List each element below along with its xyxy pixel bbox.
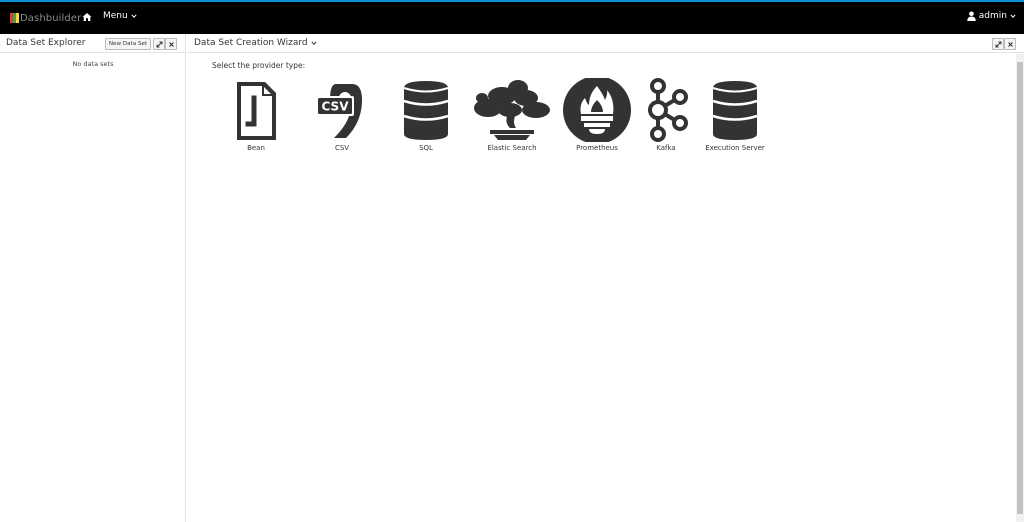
- dashbuilder-logo-icon: [10, 13, 19, 23]
- user-menu[interactable]: admin: [967, 11, 1016, 21]
- prometheus-torch-icon: [563, 78, 631, 142]
- provider-bean[interactable]: Bean: [225, 78, 287, 152]
- panel-header: Data Set Creation Wizard: [187, 34, 1024, 53]
- bonsai-tree-icon: [474, 80, 550, 140]
- provider-prometheus[interactable]: Prometheus: [557, 78, 637, 152]
- maximize-button[interactable]: [153, 38, 165, 50]
- close-icon: [168, 41, 174, 47]
- menu-label: Menu: [103, 11, 128, 21]
- panel-title: Data Set Creation Wizard: [194, 38, 308, 48]
- home-icon[interactable]: [82, 12, 92, 22]
- panel-title-dropdown[interactable]: Data Set Creation Wizard: [194, 38, 317, 48]
- new-data-set-button[interactable]: New Data Set: [105, 38, 151, 50]
- chevron-down-icon: [1010, 14, 1016, 18]
- provider-sql[interactable]: SQL: [397, 78, 455, 152]
- top-navbar: Dashbuilder Menu admin: [0, 0, 1024, 34]
- provider-prompt: Select the provider type:: [212, 61, 306, 70]
- provider-label: CSV: [334, 144, 350, 152]
- provider-kafka[interactable]: Kafka: [641, 78, 691, 152]
- provider-label: Kafka: [656, 144, 676, 152]
- expand-icon: [995, 41, 1001, 47]
- provider-execution-server[interactable]: Execution Server: [699, 78, 771, 152]
- close-button[interactable]: [1004, 38, 1016, 50]
- data-set-wizard-panel: Data Set Creation Wizard Select the prov…: [187, 34, 1024, 522]
- user-icon: [967, 11, 976, 21]
- menu-dropdown[interactable]: Menu: [103, 11, 137, 21]
- provider-label: Execution Server: [705, 144, 765, 152]
- panel-header: Data Set Explorer New Data Set: [0, 34, 185, 53]
- brand-name: Dashbuilder: [20, 12, 82, 24]
- expand-icon: [156, 41, 162, 47]
- database-icon: [712, 81, 758, 140]
- kafka-icon: [648, 78, 688, 142]
- scrollbar-thumb[interactable]: [1017, 62, 1023, 514]
- java-bean-icon: [237, 82, 276, 140]
- close-button[interactable]: [165, 38, 177, 50]
- provider-label: Elastic Search: [487, 144, 537, 152]
- provider-label: SQL: [419, 144, 433, 152]
- maximize-button[interactable]: [992, 38, 1004, 50]
- database-icon: [403, 81, 449, 140]
- brand-logo[interactable]: Dashbuilder: [10, 11, 81, 25]
- vertical-scrollbar[interactable]: [1016, 54, 1024, 522]
- data-set-explorer-panel: Data Set Explorer New Data Set No data s…: [0, 34, 186, 522]
- provider-label: Prometheus: [576, 144, 618, 152]
- csv-file-icon: CSV: [316, 84, 362, 138]
- provider-label: Bean: [247, 144, 265, 152]
- chevron-down-icon: [131, 14, 137, 18]
- empty-state-message: No data sets: [72, 60, 114, 68]
- chevron-down-icon: [311, 41, 317, 45]
- provider-csv[interactable]: CSV CSV: [309, 78, 375, 152]
- svg-text:CSV: CSV: [322, 100, 350, 114]
- provider-elastic-search[interactable]: Elastic Search: [467, 78, 557, 152]
- user-name: admin: [978, 11, 1007, 21]
- close-icon: [1007, 41, 1013, 47]
- panel-title: Data Set Explorer: [6, 38, 86, 48]
